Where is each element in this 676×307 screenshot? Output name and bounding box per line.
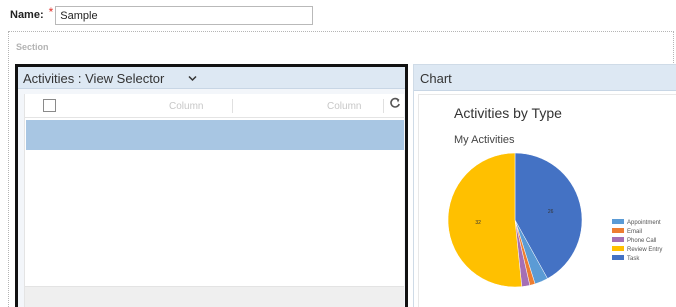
- name-input[interactable]: Sample: [55, 5, 314, 25]
- column-header-1[interactable]: Column: [169, 101, 203, 112]
- legend-label: Appointment: [627, 220, 661, 226]
- chart-area: Activities by Type My Activities 26 32 App…: [418, 94, 676, 307]
- name-label: Name:: [10, 9, 44, 21]
- legend-swatch: [612, 237, 624, 242]
- refresh-icon[interactable]: [389, 97, 401, 112]
- data-label: 32: [475, 220, 481, 226]
- pie-slice-review-entry: [447, 152, 523, 288]
- column-header-2[interactable]: Column: [327, 101, 361, 112]
- name-field-row: Name: * Sample: [10, 5, 314, 25]
- activities-subgrid: Activities : View Selector Column Column: [15, 64, 408, 307]
- grid-footer: [25, 286, 404, 307]
- legend-label: Review Entry: [627, 247, 662, 253]
- data-label: 26: [548, 209, 554, 215]
- legend-swatch: [612, 219, 624, 224]
- selected-table-row[interactable]: [26, 120, 404, 150]
- chart-panel: Chart Activities by Type My Activities 2…: [413, 64, 676, 307]
- grid-header: Column Column: [25, 94, 404, 118]
- chevron-down-icon[interactable]: [188, 73, 197, 85]
- legend-swatch: [612, 246, 624, 251]
- section-label: Section: [16, 42, 49, 52]
- legend-swatch: [612, 228, 624, 233]
- select-all-checkbox[interactable]: [43, 99, 56, 112]
- column-separator: [383, 99, 384, 113]
- legend-label: Task: [627, 256, 640, 262]
- legend-label: Email: [627, 229, 642, 235]
- pie-chart: 26 32 Appointment Email Phone Call Review Ent…: [447, 152, 662, 288]
- activities-grid: Column Column: [24, 94, 404, 307]
- chart-header: Chart: [414, 65, 676, 91]
- view-selector[interactable]: Activities : View Selector: [23, 71, 164, 86]
- legend-swatch: [612, 255, 624, 260]
- activities-header: Activities : View Selector: [18, 67, 405, 89]
- chart-header-title: Chart: [420, 71, 452, 86]
- required-marker: *: [48, 5, 54, 19]
- column-separator: [232, 99, 233, 113]
- legend-label: Phone Call: [627, 238, 656, 244]
